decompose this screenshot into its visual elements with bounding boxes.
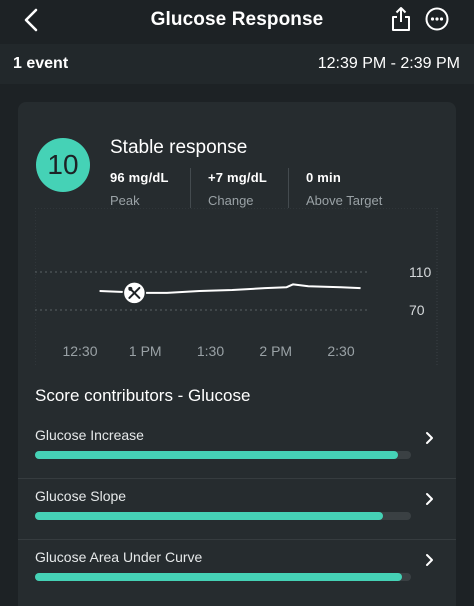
- above-target-metric: 0 min Above Target: [306, 170, 382, 208]
- contributor-label: Glucose Slope: [35, 488, 127, 504]
- share-icon: [392, 7, 410, 31]
- y-tick-label: 70: [409, 302, 425, 318]
- chevron-right-icon: [426, 493, 433, 505]
- change-metric: +7 mg/dL Change: [208, 170, 267, 208]
- peak-value: 96 mg/dL: [110, 170, 169, 185]
- contributor-row-glucose-slope[interactable]: Glucose Slope: [18, 479, 456, 540]
- share-button[interactable]: [389, 5, 413, 33]
- glucose-chart[interactable]: 12:30 1 PM 1:30 2 PM 2:30 110 70: [34, 207, 438, 366]
- contributor-bar-track: [35, 451, 411, 459]
- contributor-row-glucose-auc[interactable]: Glucose Area Under Curve: [18, 540, 456, 601]
- y-tick-label: 110: [409, 264, 432, 280]
- contributor-label: Glucose Increase: [35, 427, 144, 443]
- metric-divider: [288, 168, 289, 208]
- contributor-bar-fill: [35, 451, 398, 459]
- contributor-row-glucose-increase[interactable]: Glucose Increase: [18, 418, 456, 479]
- score-badge: 10: [36, 138, 90, 192]
- x-tick-label: 2:30: [327, 343, 354, 359]
- contributor-label: Glucose Area Under Curve: [35, 549, 203, 565]
- peak-metric: 96 mg/dL Peak: [110, 170, 169, 208]
- contributor-bar-fill: [35, 573, 402, 581]
- event-bar: 1 event 12:39 PM - 2:39 PM: [0, 44, 474, 84]
- contributors-title: Score contributors - Glucose: [35, 386, 251, 405]
- change-value: +7 mg/dL: [208, 170, 268, 185]
- event-time-range: 12:39 PM - 2:39 PM: [317, 55, 460, 72]
- metric-divider: [190, 168, 191, 208]
- event-count: 1 event: [13, 55, 69, 72]
- contributor-bar-track: [35, 512, 411, 520]
- glucose-chart-svg: 12:30 1 PM 1:30 2 PM 2:30 110 70: [34, 207, 438, 366]
- change-label: Change: [208, 193, 254, 208]
- chevron-right-icon: [426, 432, 433, 444]
- above-target-value: 0 min: [306, 170, 341, 185]
- more-options-button[interactable]: [425, 7, 449, 31]
- more-icon: [425, 7, 449, 31]
- fork-knife-icon[interactable]: [122, 281, 147, 305]
- contributor-bar-fill: [35, 512, 383, 520]
- x-tick-label: 1 PM: [129, 343, 162, 359]
- x-tick-label: 2 PM: [259, 343, 292, 359]
- top-bar: Glucose Response: [0, 0, 474, 40]
- chevron-right-icon: [426, 554, 433, 566]
- contributor-bar-track: [35, 573, 411, 581]
- response-label: Stable response: [110, 137, 248, 158]
- x-tick-label: 12:30: [62, 343, 97, 359]
- peak-label: Peak: [110, 193, 140, 208]
- x-tick-label: 1:30: [197, 343, 224, 359]
- above-target-label: Above Target: [306, 193, 383, 208]
